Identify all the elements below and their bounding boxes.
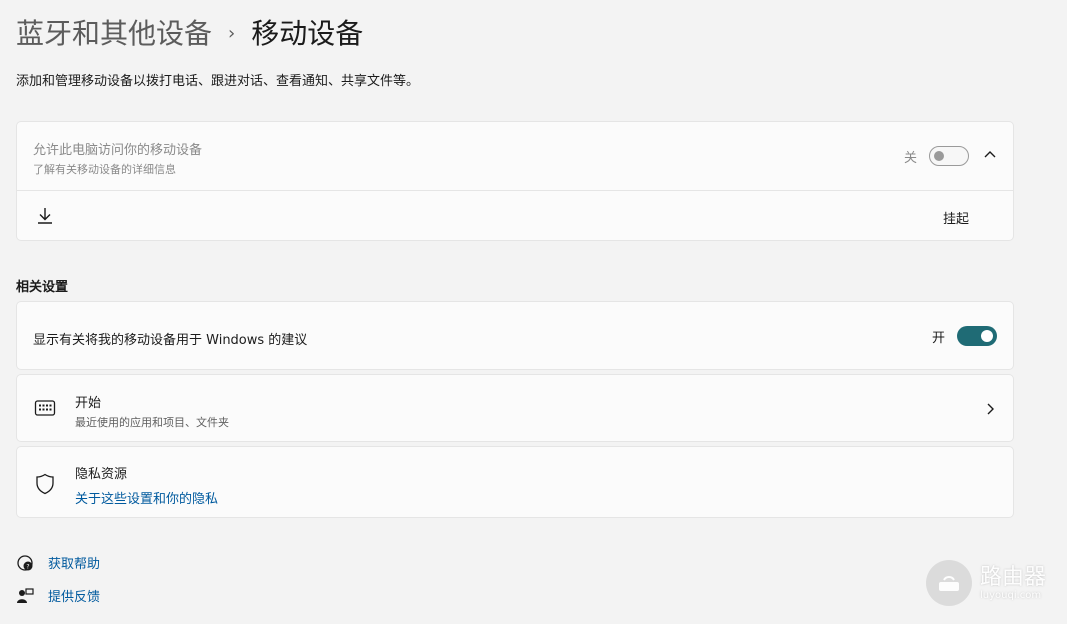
access-toggle-label: 关 bbox=[903, 150, 917, 166]
suggestions-card[interactable]: 显示有关将我的移动设备用于 Windows 的建议 开 bbox=[16, 301, 1014, 370]
help-icon: ? bbox=[16, 554, 34, 572]
router-logo-icon bbox=[926, 560, 972, 606]
access-setting-title: 允许此电脑访问你的移动设备 bbox=[33, 143, 203, 158]
feedback-item[interactable]: 提供反馈 bbox=[16, 586, 100, 605]
access-toggle-group: 关 bbox=[904, 146, 969, 166]
access-setting-text: 允许此电脑访问你的移动设备 了解有关移动设备的详细信息 bbox=[33, 139, 202, 177]
toggle-knob bbox=[981, 330, 993, 342]
svg-text:?: ? bbox=[26, 563, 29, 570]
privacy-title: 隐私资源 bbox=[75, 467, 128, 482]
suggestions-toggle[interactable] bbox=[957, 326, 997, 346]
suggestions-toggle-group: 开 bbox=[932, 326, 997, 346]
privacy-card: 隐私资源 关于这些设置和你的隐私 bbox=[16, 446, 1014, 518]
privacy-text: 隐私资源 关于这些设置和你的隐私 bbox=[75, 463, 218, 507]
watermark: 路由器 luyouqi.com bbox=[926, 560, 1046, 606]
watermark-main: 路由器 bbox=[980, 564, 1047, 590]
breadcrumb: 蓝牙和其他设备 › 移动设备 bbox=[16, 14, 363, 54]
get-help-item[interactable]: ? 获取帮助 bbox=[16, 553, 100, 572]
watermark-text: 路由器 luyouqi.com bbox=[980, 564, 1047, 601]
access-toggle[interactable] bbox=[929, 146, 969, 166]
learn-more-link[interactable]: 了解有关移动设备的详细信息 bbox=[33, 161, 202, 177]
pending-status: 挂起 bbox=[942, 212, 969, 227]
start-text: 开始 最近使用的应用和项目、文件夹 bbox=[75, 392, 229, 430]
chevron-right-icon bbox=[985, 402, 995, 416]
start-menu-icon bbox=[34, 399, 56, 417]
get-help-link[interactable]: 获取帮助 bbox=[48, 553, 100, 572]
feedback-icon bbox=[16, 587, 34, 605]
suggestions-toggle-label: 开 bbox=[931, 330, 945, 346]
page-title: 移动设备 bbox=[251, 17, 364, 50]
access-setting-row[interactable]: 允许此电脑访问你的移动设备 了解有关移动设备的详细信息 关 bbox=[17, 122, 1013, 191]
suggestions-title: 显示有关将我的移动设备用于 Windows 的建议 bbox=[33, 333, 308, 348]
start-desc: 最近使用的应用和项目、文件夹 bbox=[75, 416, 229, 429]
feedback-link[interactable]: 提供反馈 bbox=[48, 586, 100, 605]
download-icon bbox=[35, 206, 55, 226]
privacy-link[interactable]: 关于这些设置和你的隐私 bbox=[75, 488, 218, 507]
page-description: 添加和管理移动设备以拨打电话、跟进对话、查看通知、共享文件等。 bbox=[16, 74, 420, 89]
watermark-sub: luyouqi.com bbox=[980, 589, 1042, 601]
access-card: 允许此电脑访问你的移动设备 了解有关移动设备的详细信息 关 挂起 bbox=[16, 121, 1014, 241]
start-title: 开始 bbox=[75, 396, 102, 411]
chevron-up-icon[interactable] bbox=[983, 150, 997, 160]
start-card[interactable]: 开始 最近使用的应用和项目、文件夹 bbox=[16, 374, 1014, 442]
breadcrumb-parent-link[interactable]: 蓝牙和其他设备 bbox=[16, 14, 212, 54]
pending-row: 挂起 bbox=[17, 191, 1013, 241]
shield-icon bbox=[35, 473, 55, 495]
toggle-knob bbox=[934, 151, 944, 161]
related-settings-heading: 相关设置 bbox=[16, 280, 69, 295]
chevron-right-icon: › bbox=[228, 23, 236, 44]
